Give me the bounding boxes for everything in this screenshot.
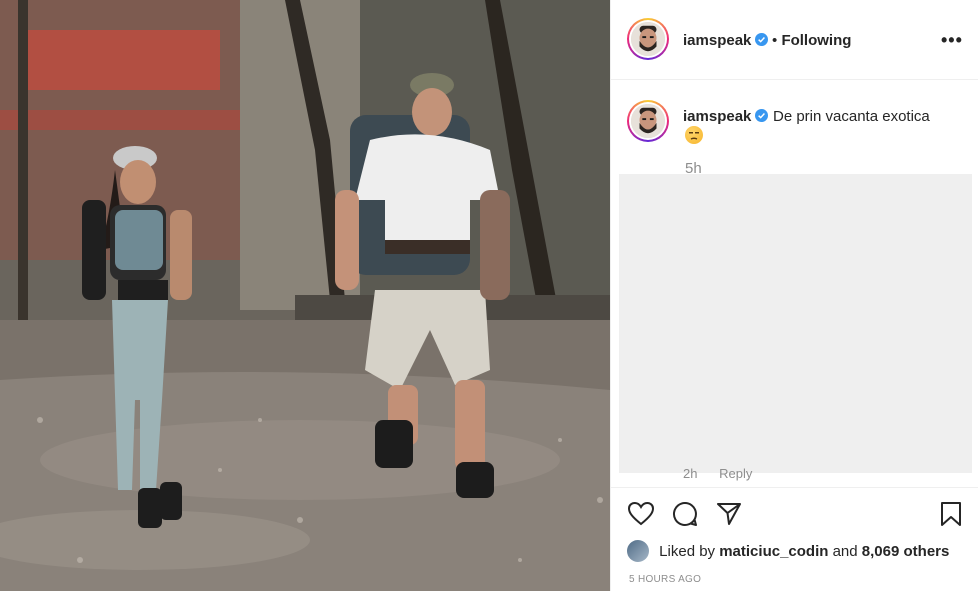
- comment-icon[interactable]: [671, 500, 699, 528]
- post-timestamp[interactable]: 5 HOURS AGO: [629, 574, 701, 585]
- follow-separator: •: [772, 32, 778, 49]
- unamused-face-emoji-icon: [685, 126, 703, 144]
- likes-summary: Liked by maticiuc_codin and 8,069 others: [627, 540, 949, 562]
- post-side-panel: iamspeak • Following ••• iamspeak De pri…: [610, 0, 978, 591]
- caption-username[interactable]: iamspeak: [683, 108, 769, 125]
- paper-plane-icon[interactable]: [715, 500, 743, 528]
- liker-avatar[interactable]: [627, 540, 649, 562]
- caption-avatar[interactable]: [627, 100, 669, 142]
- avatar-face-icon: [631, 104, 665, 138]
- author-username-text[interactable]: iamspeak: [683, 32, 751, 49]
- heart-icon[interactable]: [627, 500, 655, 528]
- caption-text: De prin vacanta exotica: [773, 108, 930, 125]
- reply-link[interactable]: Reply: [719, 466, 752, 481]
- likes-prefix: Liked by: [659, 543, 716, 560]
- liker-username[interactable]: maticiuc_codin: [719, 543, 828, 560]
- likes-count[interactable]: 8,069 others: [862, 543, 950, 560]
- comments-loading-placeholder: [619, 174, 972, 473]
- caption-username-text[interactable]: iamspeak: [683, 108, 751, 125]
- follow-status[interactable]: • Following: [772, 32, 851, 49]
- photo-illustration: [0, 0, 610, 591]
- author-avatar[interactable]: [627, 18, 669, 60]
- avatar-face-icon: [631, 22, 665, 56]
- more-options-icon[interactable]: •••: [941, 30, 963, 51]
- follow-status-label[interactable]: Following: [781, 32, 851, 49]
- post-header: iamspeak • Following •••: [611, 0, 978, 80]
- hidden-comment-age[interactable]: 2h: [683, 466, 697, 481]
- post-actions: Liked by maticiuc_codin and 8,069 others…: [611, 487, 978, 591]
- hidden-comment-meta: 2h Reply: [683, 466, 770, 481]
- post-photo[interactable]: [0, 0, 610, 591]
- author-username[interactable]: iamspeak: [683, 32, 769, 49]
- likes-conj: and: [832, 543, 858, 560]
- verified-badge-icon: [755, 33, 769, 46]
- verified-badge-icon: [755, 109, 769, 122]
- bookmark-icon[interactable]: [937, 500, 965, 528]
